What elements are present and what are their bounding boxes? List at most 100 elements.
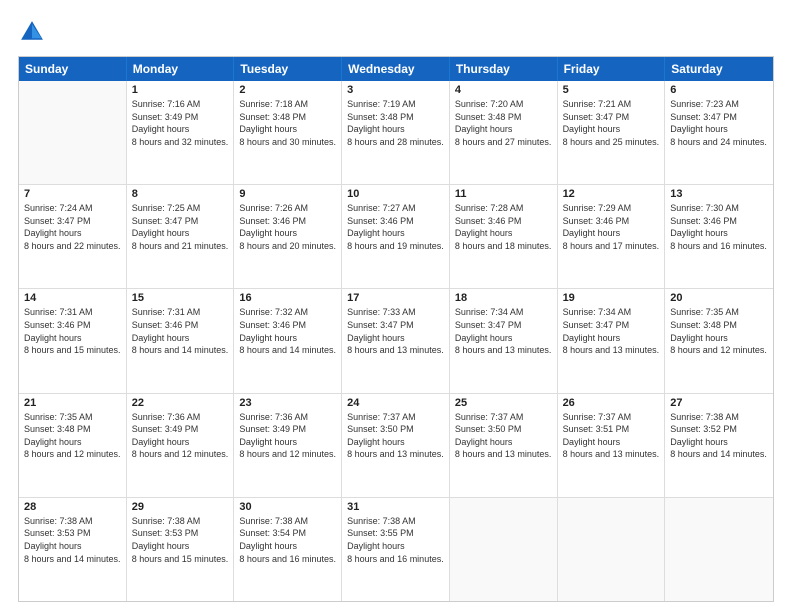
- day-number: 17: [347, 292, 444, 304]
- day-number: 5: [563, 84, 660, 96]
- header-day: Tuesday: [234, 57, 342, 81]
- cell-info: Sunrise: 7:34 AMSunset: 3:47 PMDaylight …: [455, 306, 552, 356]
- day-number: 12: [563, 188, 660, 200]
- calendar-row: 21 Sunrise: 7:35 AMSunset: 3:48 PMDayligh…: [19, 394, 773, 498]
- calendar-cell: 9 Sunrise: 7:26 AMSunset: 3:46 PMDaylight…: [234, 185, 342, 288]
- calendar-cell: 21 Sunrise: 7:35 AMSunset: 3:48 PMDayligh…: [19, 394, 127, 497]
- calendar-cell: 6Sunrise: 7:23 AMSunset: 3:47 PMDaylight…: [665, 81, 773, 184]
- cell-info: Sunrise: 7:23 AMSunset: 3:47 PMDaylight …: [670, 98, 768, 148]
- cell-info: Sunrise: 7:37 AMSunset: 3:50 PMDaylight …: [455, 411, 552, 461]
- header-day: Friday: [558, 57, 666, 81]
- day-number: 8: [132, 188, 229, 200]
- cell-info: Sunrise: 7:38 AMSunset: 3:53 PMDaylight …: [132, 515, 229, 565]
- calendar-header: SundayMondayTuesdayWednesdayThursdayFrid…: [19, 57, 773, 81]
- cell-info: Sunrise: 7:36 AMSunset: 3:49 PMDaylight …: [239, 411, 336, 461]
- cell-info: Sunrise: 7:38 AMSunset: 3:53 PMDaylight …: [24, 515, 121, 565]
- calendar-cell: 23Sunrise: 7:36 AMSunset: 3:49 PMDayligh…: [234, 394, 342, 497]
- calendar-cell: 25 Sunrise: 7:37 AMSunset: 3:50 PMDayligh…: [450, 394, 558, 497]
- cell-info: Sunrise: 7:21 AMSunset: 3:47 PMDaylight …: [563, 98, 660, 148]
- calendar-cell: 7 Sunrise: 7:24 AMSunset: 3:47 PMDaylight…: [19, 185, 127, 288]
- header-day: Wednesday: [342, 57, 450, 81]
- cell-info: Sunrise: 7:33 AMSunset: 3:47 PMDaylight …: [347, 306, 444, 356]
- cell-info: Sunrise: 7:30 AMSunset: 3:46 PMDaylight …: [670, 202, 768, 252]
- calendar-cell: 18 Sunrise: 7:34 AMSunset: 3:47 PMDayligh…: [450, 289, 558, 392]
- calendar-cell: 3 Sunrise: 7:19 AMSunset: 3:48 PMDaylight…: [342, 81, 450, 184]
- day-number: 16: [239, 292, 336, 304]
- calendar-cell: 10Sunrise: 7:27 AMSunset: 3:46 PMDayligh…: [342, 185, 450, 288]
- calendar-cell: 27Sunrise: 7:38 AMSunset: 3:52 PMDayligh…: [665, 394, 773, 497]
- cell-info: Sunrise: 7:18 AMSunset: 3:48 PMDaylight …: [239, 98, 336, 148]
- calendar-cell: 16 Sunrise: 7:32 AMSunset: 3:46 PMDayligh…: [234, 289, 342, 392]
- cell-info: Sunrise: 7:31 AMSunset: 3:46 PMDaylight …: [24, 306, 121, 356]
- day-number: 2: [239, 84, 336, 96]
- calendar-cell: 15 Sunrise: 7:31 AMSunset: 3:46 PMDayligh…: [127, 289, 235, 392]
- header-day: Saturday: [665, 57, 773, 81]
- calendar-row: 14 Sunrise: 7:31 AMSunset: 3:46 PMDayligh…: [19, 289, 773, 393]
- day-number: 20: [670, 292, 768, 304]
- day-number: 19: [563, 292, 660, 304]
- calendar-cell: 5 Sunrise: 7:21 AMSunset: 3:47 PMDaylight…: [558, 81, 666, 184]
- cell-info: Sunrise: 7:34 AMSunset: 3:47 PMDaylight …: [563, 306, 660, 356]
- calendar-body: 1Sunrise: 7:16 AMSunset: 3:49 PMDaylight…: [19, 81, 773, 601]
- header-day: Sunday: [19, 57, 127, 81]
- calendar-cell: 24 Sunrise: 7:37 AMSunset: 3:50 PMDayligh…: [342, 394, 450, 497]
- day-number: 21: [24, 397, 121, 409]
- day-number: 26: [563, 397, 660, 409]
- cell-info: Sunrise: 7:32 AMSunset: 3:46 PMDaylight …: [239, 306, 336, 356]
- cell-info: Sunrise: 7:36 AMSunset: 3:49 PMDaylight …: [132, 411, 229, 461]
- day-number: 31: [347, 501, 444, 513]
- day-number: 11: [455, 188, 552, 200]
- calendar-cell: 26 Sunrise: 7:37 AMSunset: 3:51 PMDayligh…: [558, 394, 666, 497]
- day-number: 9: [239, 188, 336, 200]
- cell-info: Sunrise: 7:27 AMSunset: 3:46 PMDaylight …: [347, 202, 444, 252]
- cell-info: Sunrise: 7:38 AMSunset: 3:52 PMDaylight …: [670, 411, 768, 461]
- cell-info: Sunrise: 7:37 AMSunset: 3:51 PMDaylight …: [563, 411, 660, 461]
- calendar: SundayMondayTuesdayWednesdayThursdayFrid…: [18, 56, 774, 602]
- calendar-cell: 19 Sunrise: 7:34 AMSunset: 3:47 PMDayligh…: [558, 289, 666, 392]
- cell-info: Sunrise: 7:25 AMSunset: 3:47 PMDaylight …: [132, 202, 229, 252]
- calendar-cell: 28Sunrise: 7:38 AMSunset: 3:53 PMDayligh…: [19, 498, 127, 601]
- page: SundayMondayTuesdayWednesdayThursdayFrid…: [0, 0, 792, 612]
- day-number: 13: [670, 188, 768, 200]
- calendar-cell: 1Sunrise: 7:16 AMSunset: 3:49 PMDaylight…: [127, 81, 235, 184]
- day-number: 7: [24, 188, 121, 200]
- day-number: 22: [132, 397, 229, 409]
- cell-info: Sunrise: 7:19 AMSunset: 3:48 PMDaylight …: [347, 98, 444, 148]
- day-number: 25: [455, 397, 552, 409]
- day-number: 15: [132, 292, 229, 304]
- cell-info: Sunrise: 7:31 AMSunset: 3:46 PMDaylight …: [132, 306, 229, 356]
- calendar-cell: [665, 498, 773, 601]
- calendar-cell: 4Sunrise: 7:20 AMSunset: 3:48 PMDaylight…: [450, 81, 558, 184]
- calendar-cell: 30Sunrise: 7:38 AMSunset: 3:54 PMDayligh…: [234, 498, 342, 601]
- day-number: 29: [132, 501, 229, 513]
- header-day: Thursday: [450, 57, 558, 81]
- calendar-row: 1Sunrise: 7:16 AMSunset: 3:49 PMDaylight…: [19, 81, 773, 185]
- calendar-cell: 2 Sunrise: 7:18 AMSunset: 3:48 PMDaylight…: [234, 81, 342, 184]
- calendar-cell: 13 Sunrise: 7:30 AMSunset: 3:46 PMDayligh…: [665, 185, 773, 288]
- day-number: 30: [239, 501, 336, 513]
- cell-info: Sunrise: 7:35 AMSunset: 3:48 PMDaylight …: [24, 411, 121, 461]
- logo: [18, 18, 50, 46]
- calendar-cell: 20 Sunrise: 7:35 AMSunset: 3:48 PMDayligh…: [665, 289, 773, 392]
- header: [18, 18, 774, 46]
- header-day: Monday: [127, 57, 235, 81]
- calendar-row: 7 Sunrise: 7:24 AMSunset: 3:47 PMDaylight…: [19, 185, 773, 289]
- calendar-cell: 29 Sunrise: 7:38 AMSunset: 3:53 PMDayligh…: [127, 498, 235, 601]
- cell-info: Sunrise: 7:35 AMSunset: 3:48 PMDaylight …: [670, 306, 768, 356]
- cell-info: Sunrise: 7:37 AMSunset: 3:50 PMDaylight …: [347, 411, 444, 461]
- cell-info: Sunrise: 7:28 AMSunset: 3:46 PMDaylight …: [455, 202, 552, 252]
- cell-info: Sunrise: 7:26 AMSunset: 3:46 PMDaylight …: [239, 202, 336, 252]
- logo-icon: [18, 18, 46, 46]
- calendar-row: 28Sunrise: 7:38 AMSunset: 3:53 PMDayligh…: [19, 498, 773, 601]
- cell-info: Sunrise: 7:24 AMSunset: 3:47 PMDaylight …: [24, 202, 121, 252]
- day-number: 18: [455, 292, 552, 304]
- cell-info: Sunrise: 7:16 AMSunset: 3:49 PMDaylight …: [132, 98, 229, 148]
- calendar-cell: 22 Sunrise: 7:36 AMSunset: 3:49 PMDayligh…: [127, 394, 235, 497]
- day-number: 3: [347, 84, 444, 96]
- calendar-cell: [558, 498, 666, 601]
- day-number: 14: [24, 292, 121, 304]
- cell-info: Sunrise: 7:38 AMSunset: 3:55 PMDaylight …: [347, 515, 444, 565]
- calendar-cell: 31 Sunrise: 7:38 AMSunset: 3:55 PMDayligh…: [342, 498, 450, 601]
- day-number: 24: [347, 397, 444, 409]
- calendar-cell: 14 Sunrise: 7:31 AMSunset: 3:46 PMDayligh…: [19, 289, 127, 392]
